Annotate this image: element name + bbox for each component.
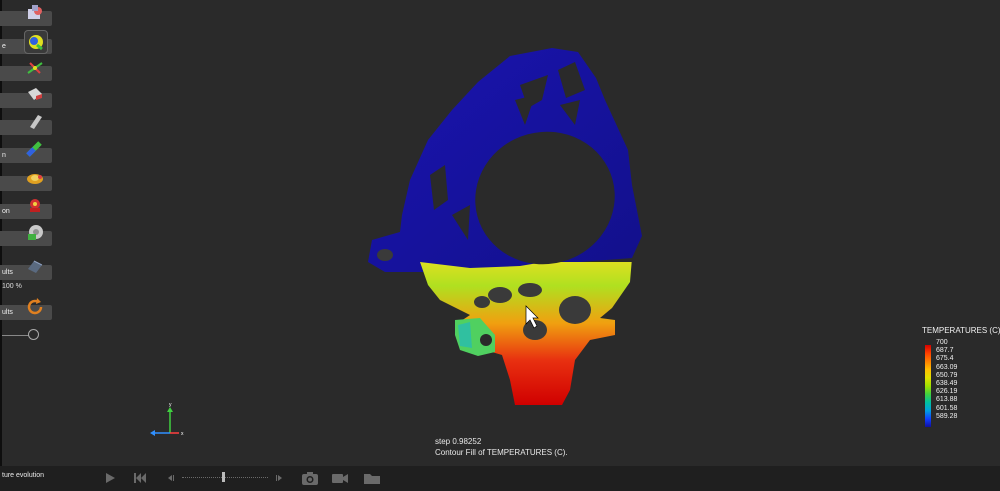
legend-value: 638.49 (936, 380, 958, 388)
svg-text:x: x (181, 431, 184, 437)
legend-value: 663.09 (936, 363, 958, 371)
contour-text: Contour Fill of TEMPERATURES (C). (435, 448, 568, 457)
legend-value: 626.19 (936, 388, 958, 396)
animation-label: ture evolution (2, 472, 45, 479)
legend-value: 687.7 (936, 347, 954, 355)
legend-value: 650.79 (936, 371, 958, 379)
legend-value: 700 (936, 339, 948, 346)
viewport-3d[interactable] (0, 0, 1000, 466)
legend-value: 589.28 (936, 412, 958, 420)
legend-value: 601.58 (936, 404, 958, 412)
timeline-knob[interactable] (222, 472, 225, 482)
bottom-toolbar: ture evolution (0, 466, 1000, 491)
step-back-icon[interactable] (160, 469, 180, 487)
legend-color-bar (925, 345, 931, 427)
timeline-track[interactable] (182, 477, 268, 479)
camera-icon[interactable] (300, 469, 320, 487)
status-text: step 0.98252 Contour Fill of TEMPERATURE… (435, 436, 568, 458)
legend-value: 675.4 (936, 355, 954, 363)
axis-triad-icon: y x (150, 402, 184, 437)
folder-icon[interactable] (362, 469, 382, 487)
legend-labels: 700 687.7 675.4 663.09 650.79 638.49 626… (936, 339, 957, 421)
skip-back-icon[interactable] (130, 469, 150, 487)
legend-value: 613.88 (936, 396, 958, 404)
step-text: step 0.98252 (435, 437, 482, 446)
video-icon[interactable] (330, 469, 350, 487)
legend-title: TEMPERATURES (C) (922, 326, 1000, 335)
part-model[interactable] (368, 48, 642, 405)
step-forward-icon[interactable] (270, 469, 290, 487)
play-icon[interactable] (100, 469, 120, 487)
svg-text:y: y (169, 402, 172, 408)
